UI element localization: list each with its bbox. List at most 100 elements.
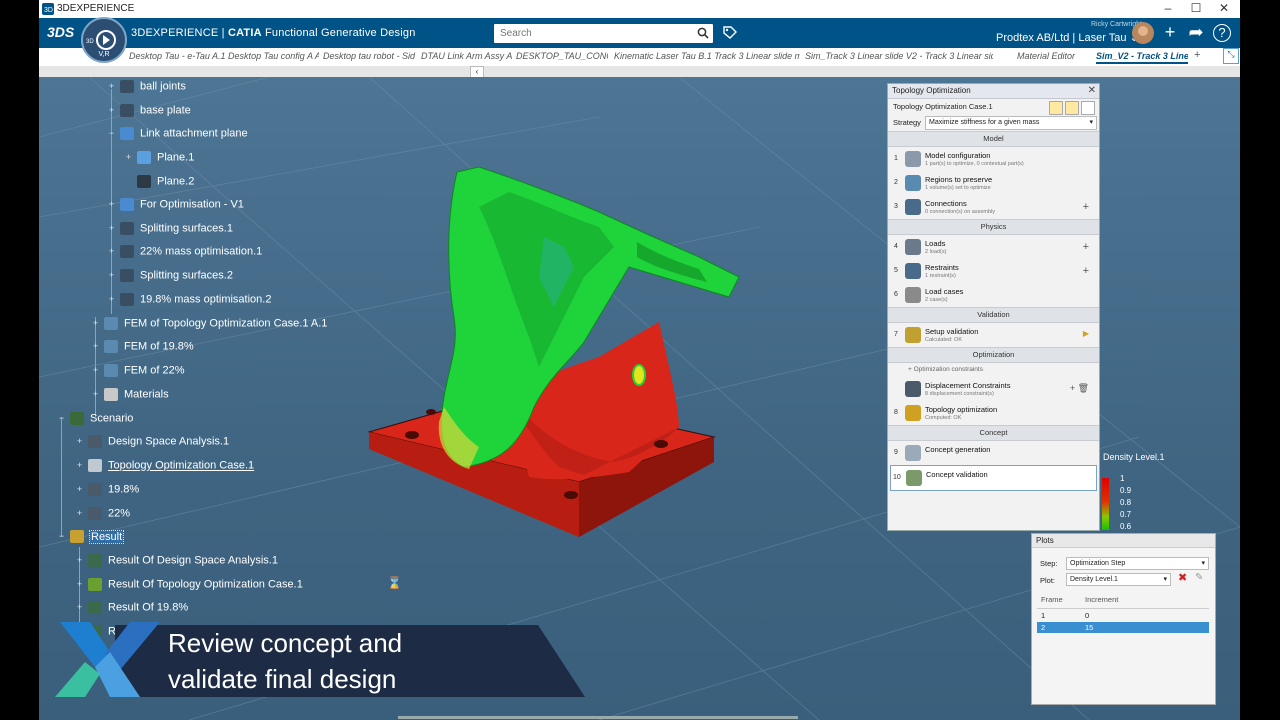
tree-item-fem-19-8[interactable]: + FEM of 19.8% — [91, 340, 194, 358]
tree-item-fem-22[interactable]: + FEM of 22% — [91, 364, 185, 382]
maximize-button[interactable]: ☐ — [1184, 1, 1208, 15]
expand-icon[interactable]: + — [107, 271, 116, 280]
tree-item-result-topology[interactable]: + Result Of Topology Optimization Case.1 — [75, 578, 303, 596]
expand-icon[interactable]: + — [91, 319, 100, 328]
tab-kinematic-laser-tau[interactable]: Kinematic Laser Tau B.1 Track 3 Linear s… — [614, 51, 800, 61]
expand-icon[interactable]: + — [75, 485, 84, 494]
expand-icon[interactable]: + — [75, 461, 84, 470]
tree-item-result[interactable]: − Result — [57, 529, 125, 548]
add-connection-icon[interactable]: + — [1083, 201, 1089, 213]
help-icon[interactable]: ? — [1213, 24, 1231, 42]
step-concept-generation[interactable]: 9 Concept generation — [888, 441, 1099, 465]
expand-icon[interactable]: + — [107, 82, 116, 91]
close-window-button[interactable]: ✕ — [1212, 1, 1236, 15]
expand-icon[interactable]: + — [75, 603, 84, 612]
expand-icon[interactable]: + — [107, 247, 116, 256]
collapse-icon[interactable]: − — [107, 129, 116, 138]
step-load-cases[interactable]: 6 Load cases 2 case(s) — [888, 283, 1099, 307]
tree-item-topology-optimization-case[interactable]: + Topology Optimization Case.1 — [75, 459, 254, 477]
tree-item-fem-topology[interactable]: + FEM of Topology Optimization Case.1 A.1 — [91, 317, 327, 335]
step-concept-validation[interactable]: 10 Concept validation — [890, 465, 1097, 491]
step-topology-optimization[interactable]: 8 Topology optimization Computed: OK — [888, 401, 1099, 425]
case-action-icon[interactable] — [1049, 101, 1063, 115]
add-icon[interactable]: + — [1159, 22, 1181, 43]
ds-brand-icon[interactable]: 3DS — [47, 24, 74, 40]
tree-item-base-plate[interactable]: + base plate — [107, 104, 191, 122]
add-restraint-icon[interactable]: + — [1083, 265, 1089, 277]
tree-item-22pct[interactable]: +22% — [75, 507, 130, 525]
horizontal-scrollbar[interactable] — [398, 716, 798, 719]
expand-icon[interactable]: + — [75, 580, 84, 589]
expand-icon[interactable]: + — [107, 200, 116, 209]
expand-icon[interactable]: + — [75, 556, 84, 565]
plot-settings-icon[interactable]: ✖ — [1178, 572, 1190, 584]
edit-pencil-icon[interactable]: ✎ — [1195, 572, 1203, 583]
search-input[interactable] — [498, 24, 687, 43]
compass-3d-label: 3D — [86, 39, 94, 45]
step-setup-validation[interactable]: 7 Setup validation Calculated: OK ▶ — [888, 323, 1099, 347]
table-row-selected[interactable]: 2 15 — [1037, 622, 1209, 633]
strategy-dropdown[interactable]: Maximize stiffness for a given mass — [925, 116, 1097, 130]
expand-icon[interactable]: + — [107, 106, 116, 115]
step-restraints[interactable]: 5 Restraints 1 restraint(s) + — [888, 259, 1099, 283]
case-action-icon[interactable] — [1065, 101, 1079, 115]
tab-material-editor[interactable]: Material Editor — [1017, 51, 1079, 61]
tree-item-19-8pct[interactable]: +19.8% — [75, 483, 139, 501]
tab-sim-v2-active[interactable]: Sim_V2 - Track 3 Linea — [1096, 51, 1188, 64]
search-icon[interactable] — [697, 27, 709, 39]
expand-icon[interactable]: + — [75, 437, 84, 446]
step-displacement-constraints[interactable]: Displacement Constraints 8 displacement c… — [888, 377, 1099, 401]
step-model-configuration[interactable]: 1 Model configuration 1 part(s) to optimiz… — [888, 147, 1099, 171]
tree-item-splitting-surfaces-1[interactable]: + Splitting surfaces.1 — [107, 222, 233, 240]
plot-dropdown[interactable]: Density Level.1 — [1066, 573, 1171, 586]
minimize-button[interactable]: – — [1156, 1, 1180, 15]
add-tab-button[interactable]: + — [1194, 49, 1200, 61]
collapse-icon[interactable]: − — [57, 532, 66, 541]
tree-item-result-19-8[interactable]: + Result Of 19.8% — [75, 601, 188, 619]
list-view-icon[interactable] — [1081, 101, 1095, 115]
close-panel-icon[interactable]: ✕ — [1088, 84, 1096, 98]
tree-item-materials[interactable]: + Materials — [91, 388, 169, 406]
table-row[interactable]: 10 — [1037, 609, 1209, 622]
collapse-icon[interactable]: − — [57, 414, 66, 423]
expand-icon[interactable]: + — [124, 153, 133, 162]
tab-desktop-tau-concept[interactable]: DESKTOP_TAU_CONCE — [516, 51, 608, 61]
tab-desktop-tau-robot[interactable]: Desktop tau robot - Sid — [323, 51, 417, 61]
tree-item-link-attachment-plane[interactable]: − Link attachment plane — [107, 127, 248, 145]
add-load-icon[interactable]: + — [1083, 241, 1089, 253]
tree-item-design-space-analysis[interactable]: + Design Space Analysis.1 — [75, 435, 229, 453]
expand-icon[interactable]: + — [107, 224, 116, 233]
tab-desktop-tau[interactable]: Desktop Tau - e-Tau A.1 Desktop Tau conf… — [129, 51, 319, 61]
expand-icon[interactable]: + — [91, 390, 100, 399]
run-validation-icon[interactable]: ▶ — [1083, 329, 1089, 338]
expand-icon[interactable]: + — [91, 366, 100, 375]
tab-menu-icon[interactable]: ⤡ — [1223, 48, 1239, 64]
tag-icon[interactable] — [722, 25, 738, 41]
tenant-selector[interactable]: Prodtex AB/Ltd | Laser Tau ⌄ — [996, 31, 1139, 44]
tree-item-22pct-mass[interactable]: +22% mass optimisation.1 — [107, 245, 262, 263]
expand-icon[interactable]: + — [107, 295, 116, 304]
tree-item-plane-1[interactable]: + Plane.1 — [124, 151, 194, 169]
tree-item-result-design-space[interactable]: + Result Of Design Space Analysis.1 — [75, 554, 278, 572]
compass-button[interactable]: 3D V,R — [81, 17, 127, 63]
optimization-constraints-row[interactable]: + Optimization constraints — [888, 363, 1099, 377]
tree-item-plane-2[interactable]: Plane.2 — [124, 175, 194, 193]
tree-item-for-optimisation[interactable]: + For Optimisation - V1 — [107, 198, 244, 216]
share-icon[interactable]: ➦ — [1185, 22, 1207, 43]
step-connections[interactable]: 3 Connections 0 connection(s) on assembly + — [888, 195, 1099, 219]
step-dropdown[interactable]: Optimization Step — [1066, 557, 1209, 570]
step-loads[interactable]: 4 Loads 2 load(s) + — [888, 235, 1099, 259]
tree-item-19-8pct-mass[interactable]: +19.8% mass optimisation.2 — [107, 293, 271, 311]
expand-icon[interactable]: + — [91, 342, 100, 351]
step-regions-to-preserve[interactable]: 2 Regions to preserve 1 volume(s) set to o… — [888, 171, 1099, 195]
tree-item-label: FEM of Topology Optimization Case.1 A.1 — [124, 317, 328, 330]
collapse-strip: ‹ — [39, 66, 1240, 78]
constraint-actions-icon[interactable]: + 🗑 — [1070, 383, 1089, 394]
tab-sim-track3[interactable]: Sim_Track 3 Linear slide V2 - Track 3 Li… — [805, 51, 993, 61]
tree-item-scenario[interactable]: − Scenario — [57, 412, 133, 430]
user-avatar[interactable] — [1132, 22, 1154, 44]
tree-item-splitting-surfaces-2[interactable]: + Splitting surfaces.2 — [107, 269, 233, 287]
tab-dtau-link-arm[interactable]: DTAU Link Arm Assy A — [421, 51, 513, 61]
tree-item-ball-joints[interactable]: + ball joints — [107, 80, 186, 98]
expand-icon[interactable]: + — [75, 509, 84, 518]
